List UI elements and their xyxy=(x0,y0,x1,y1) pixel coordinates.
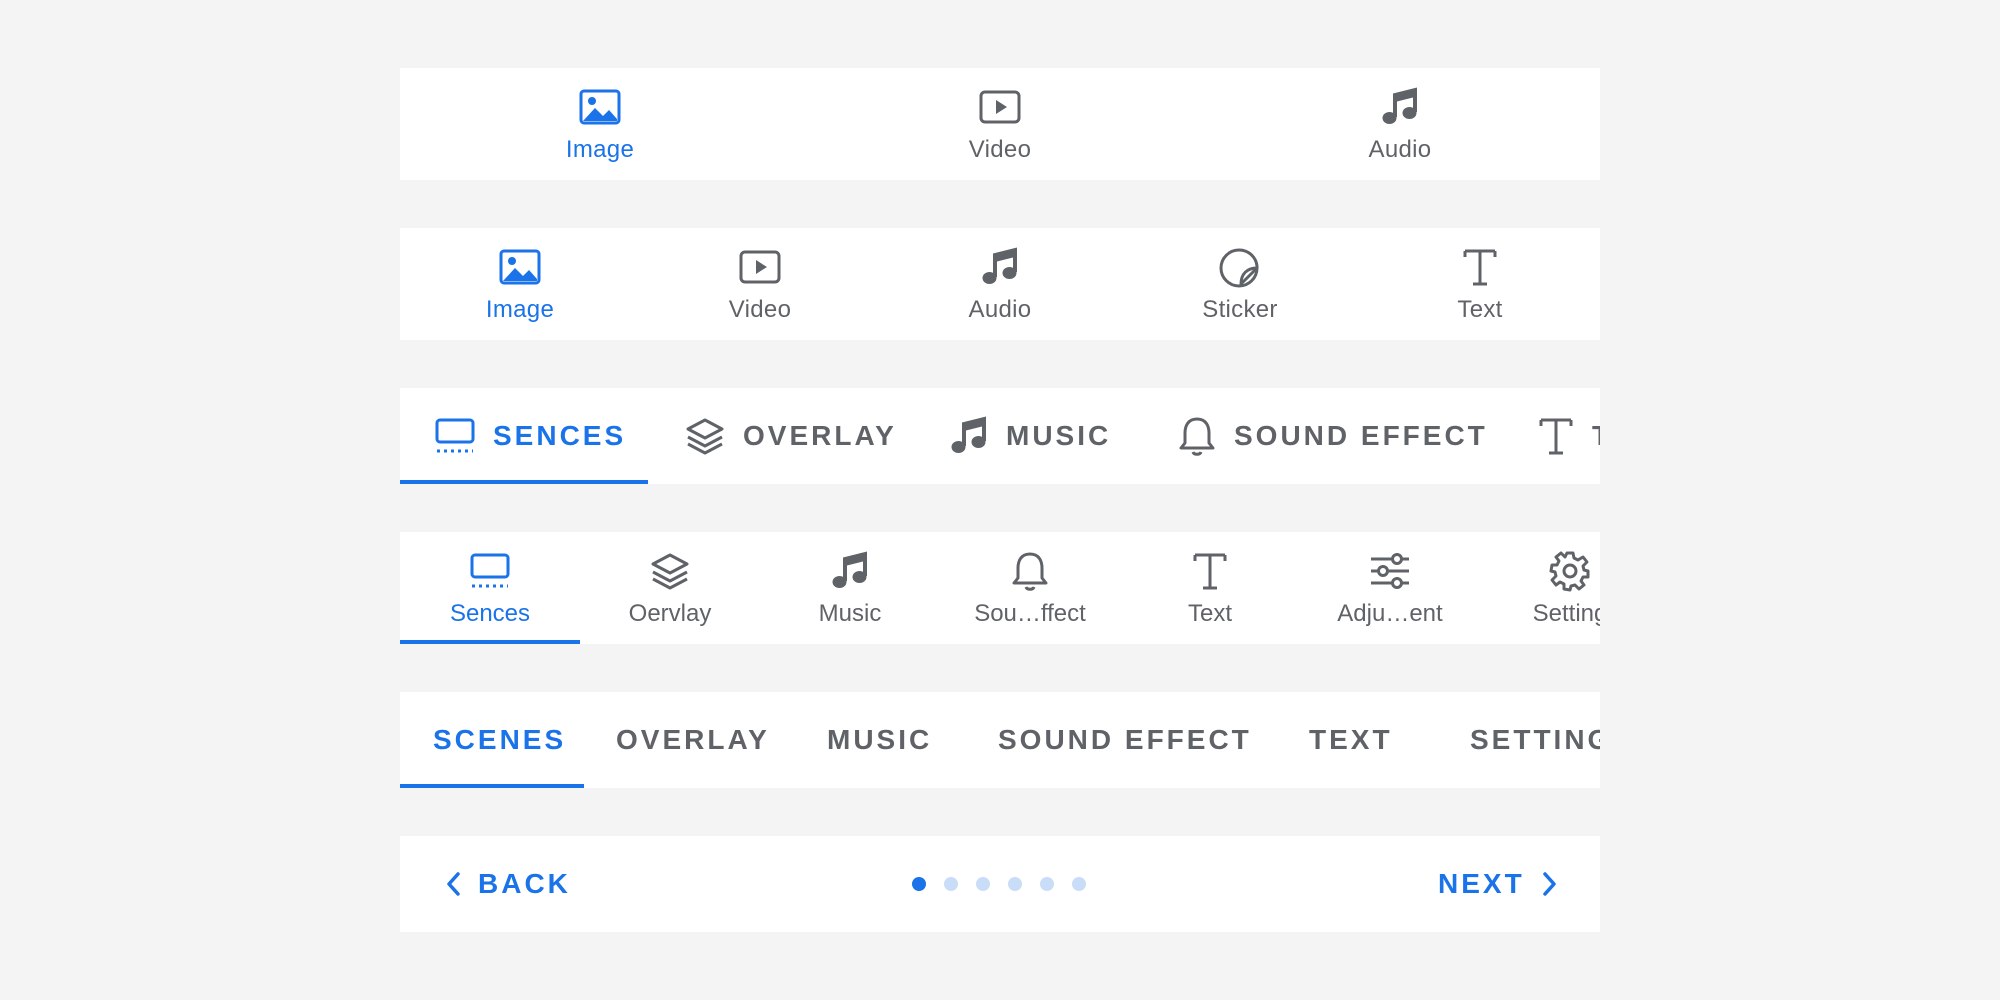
active-tab-indicator xyxy=(400,480,648,484)
music-note-icon xyxy=(831,550,869,592)
nav-item-label: Video xyxy=(968,136,1032,163)
tab-label: Music xyxy=(818,600,882,627)
step-dot-3[interactable] xyxy=(976,877,990,891)
step-dots xyxy=(912,836,1104,932)
tab-sound-effect[interactable]: SOUND EFFECT xyxy=(998,692,1252,788)
nav-item-video[interactable]: Video xyxy=(640,228,880,340)
sliders-icon xyxy=(1369,550,1411,592)
tab-label: Adju…ent xyxy=(1337,600,1443,627)
image-icon xyxy=(499,246,541,288)
text-tabs: SCENES OVERLAY MUSIC SOUND EFFECT TEXT S… xyxy=(400,692,1600,788)
tab-label: Oervlay xyxy=(628,600,712,627)
tab-scenes[interactable]: SCENES xyxy=(433,692,566,788)
nav-item-audio[interactable]: Audio xyxy=(1200,68,1600,180)
icon-tabs-stacked: Sences Oervlay Music Sou…ffect Text Adju… xyxy=(400,532,1600,644)
tab-music[interactable]: Music xyxy=(760,532,940,644)
tab-scenes[interactable]: Sences xyxy=(400,532,580,644)
step-dot-4[interactable] xyxy=(1008,877,1022,891)
nav-item-label: Audio xyxy=(968,296,1032,323)
tab-label: Sou…ffect xyxy=(974,600,1086,627)
nav-item-audio[interactable]: Audio xyxy=(880,228,1120,340)
nav-item-label: Image xyxy=(565,136,635,163)
tab-sound-effect[interactable]: SOUND EFFECT xyxy=(1178,388,1488,484)
tab-text[interactable]: Text xyxy=(1120,532,1300,644)
step-dot-2[interactable] xyxy=(944,877,958,891)
tab-scenes[interactable]: SENCES xyxy=(435,388,626,484)
stepper: BACK NEXT xyxy=(400,836,1600,932)
tab-overlay[interactable]: Oervlay xyxy=(580,532,760,644)
nav-item-label: Audio xyxy=(1368,136,1432,163)
nav-item-label: Sticker xyxy=(1202,296,1278,323)
bottom-nav-five: Image Video Audio Sticker Text xyxy=(400,228,1600,340)
bell-icon xyxy=(1178,415,1216,457)
tab-overlay[interactable]: OVERLAY xyxy=(685,388,897,484)
layers-icon xyxy=(650,550,690,592)
tab-label: SENCES xyxy=(493,420,627,451)
step-dot-5[interactable] xyxy=(1040,877,1054,891)
image-icon xyxy=(579,86,621,128)
nav-item-sticker[interactable]: Sticker xyxy=(1120,228,1360,340)
tab-setting[interactable]: SETTING xyxy=(1470,692,1600,788)
tab-setting[interactable]: Setting xyxy=(1480,532,1600,644)
text-icon xyxy=(1192,550,1228,592)
tab-label: OVERLAY xyxy=(743,420,897,451)
sticker-icon xyxy=(1219,246,1261,288)
bell-icon xyxy=(1011,550,1049,592)
tab-adjustment[interactable]: Adju…ent xyxy=(1300,532,1480,644)
back-button[interactable]: BACK xyxy=(444,836,571,932)
icon-tabs-inline: SENCES OVERLAY MUSIC SOUND EFFECT T xyxy=(400,388,1600,484)
tab-text[interactable]: T xyxy=(1538,388,1600,484)
gear-icon xyxy=(1549,550,1591,592)
music-note-icon xyxy=(1381,86,1419,128)
tab-music[interactable]: MUSIC xyxy=(827,692,932,788)
nav-item-label: Text xyxy=(1457,296,1503,323)
next-button[interactable]: NEXT xyxy=(1438,836,1559,932)
active-tab-indicator xyxy=(400,784,584,788)
scenes-icon xyxy=(435,418,475,454)
nav-item-video[interactable]: Video xyxy=(800,68,1200,180)
tab-music[interactable]: MUSIC xyxy=(950,388,1111,484)
music-note-icon xyxy=(950,416,988,456)
back-label: BACK xyxy=(478,868,571,899)
chevron-right-icon xyxy=(1539,871,1559,897)
nav-item-image[interactable]: Image xyxy=(400,68,800,180)
next-label: NEXT xyxy=(1438,868,1525,899)
nav-item-label: Video xyxy=(728,296,792,323)
scenes-icon xyxy=(470,550,510,592)
tab-label: SOUND EFFECT xyxy=(1234,420,1488,451)
tab-text[interactable]: TEXT xyxy=(1309,692,1393,788)
tab-label: Sences xyxy=(449,600,531,627)
tab-sound-effect[interactable]: Sou…ffect xyxy=(940,532,1120,644)
music-note-icon xyxy=(981,246,1019,288)
nav-item-image[interactable]: Image xyxy=(400,228,640,340)
video-icon xyxy=(979,86,1021,128)
step-dot-1[interactable] xyxy=(912,877,926,891)
nav-item-label: Image xyxy=(485,296,555,323)
tab-label: MUSIC xyxy=(1006,420,1112,451)
video-icon xyxy=(739,246,781,288)
chevron-left-icon xyxy=(444,871,464,897)
tab-label: T xyxy=(1592,420,1600,452)
tab-label: Setting xyxy=(1532,600,1600,627)
active-tab-indicator xyxy=(400,640,580,644)
layers-icon xyxy=(685,417,725,455)
nav-item-text[interactable]: Text xyxy=(1360,228,1600,340)
tab-overlay[interactable]: OVERLAY xyxy=(616,692,770,788)
bottom-nav-three: Image Video Audio xyxy=(400,68,1600,180)
text-icon xyxy=(1538,416,1574,456)
step-dot-6[interactable] xyxy=(1072,877,1086,891)
text-icon xyxy=(1462,246,1498,288)
tab-label: Text xyxy=(1187,600,1232,627)
